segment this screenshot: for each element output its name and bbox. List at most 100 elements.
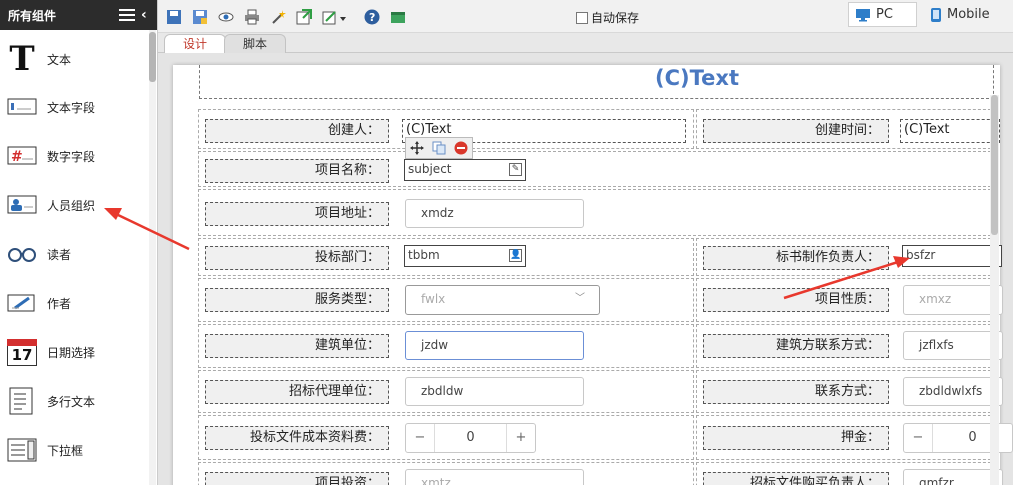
sidebar-item-person-org[interactable]: 人员组织 (0, 181, 148, 229)
sidebar-item-label: 数字字段 (47, 149, 96, 164)
preview-eye-icon[interactable] (218, 9, 234, 25)
edit-icon[interactable]: ✎ (509, 163, 522, 176)
move-icon[interactable] (410, 141, 424, 155)
sidebar-item-label: 下拉框 (47, 443, 84, 458)
construction-contact-label: 建筑方联系方式： (703, 334, 889, 358)
export-dropdown-icon[interactable] (322, 9, 348, 25)
sidebar-item-label: 作者 (47, 296, 72, 311)
created-time-value[interactable]: (C)Text (900, 119, 1000, 143)
purchase-owner-label: 招标文件购买负责人： (703, 472, 889, 485)
project-invest-label: 项目投资： (205, 472, 389, 485)
autosave-checkbox[interactable] (576, 11, 588, 24)
pc-view-label: PC (876, 7, 893, 22)
hamburger-menu-icon[interactable] (119, 9, 135, 21)
mobile-view-label: Mobile (947, 7, 990, 22)
service-type-select[interactable]: fwlx ﹀ (405, 285, 600, 315)
project-nature-label: 项目性质： (703, 288, 889, 312)
construction-unit-label: 建筑单位： (205, 334, 389, 358)
sidebar-item-number-field[interactable]: # 数字字段 (0, 132, 148, 180)
sidebar-item-label: 读者 (47, 247, 72, 262)
tab-script[interactable]: 脚本 (224, 34, 287, 53)
sidebar-item-author[interactable]: 作者 (0, 279, 148, 327)
canvas-scrollbar[interactable] (990, 95, 999, 485)
decrement-button[interactable]: − (904, 424, 932, 452)
sidebar-title: 所有组件 (8, 8, 57, 23)
bid-dept-label: 投标部门： (205, 246, 389, 270)
sidebar-item-date-picker[interactable]: 17 日期选择 (0, 328, 148, 376)
component-sidebar: 所有组件 ‹ T 文本 文本字段 # 数字字段 人员组织 读者 作者 17 日期… (0, 0, 158, 485)
sidebar-item-reader[interactable]: 读者 (0, 230, 148, 278)
sidebar-item-text[interactable]: T 文本 (0, 35, 148, 83)
bid-dept-field[interactable]: tbbm 👤 (404, 245, 526, 267)
project-nature-field[interactable]: xmxz (903, 285, 1003, 315)
sidebar-item-multiline-text[interactable]: 多行文本 (0, 377, 148, 425)
magic-wand-icon[interactable] (270, 9, 286, 25)
form-title: (C)Text (655, 66, 739, 90)
collapse-left-icon[interactable]: ‹ (141, 7, 151, 23)
dropdown-icon (6, 434, 38, 466)
sidebar-item-label: 人员组织 (47, 198, 96, 213)
purchase-owner-field[interactable]: gmfzr (903, 469, 1003, 485)
creator-label: 创建人： (205, 119, 389, 143)
created-time-label: 创建时间： (703, 119, 889, 143)
project-name-field[interactable]: subject ✎ (404, 159, 526, 181)
print-icon[interactable] (244, 9, 260, 25)
project-name-value: subject (408, 162, 452, 176)
doc-cost-stepper[interactable]: − 0 + (405, 423, 536, 453)
project-address-field[interactable]: xmdz (405, 199, 584, 228)
autosave-toggle[interactable]: 自动保存 (576, 9, 639, 26)
sidebar-scrollbar[interactable] (149, 30, 156, 485)
mobile-phone-icon (931, 7, 941, 22)
person-picker-icon[interactable]: 👤 (509, 249, 522, 262)
text-T-icon: T (9, 39, 35, 79)
save-as-icon[interactable] (192, 9, 208, 25)
doc-cost-value[interactable]: 0 (434, 424, 507, 452)
reader-glasses-icon (6, 238, 38, 270)
construction-unit-field[interactable]: jzdw (405, 331, 584, 360)
number-field-icon: # (6, 140, 38, 172)
sidebar-item-label: 文本字段 (47, 100, 96, 115)
toolbar: ? 自动保存 PC Mobile (158, 0, 1013, 33)
sidebar-item-label: 日期选择 (47, 345, 96, 360)
element-float-toolbar (405, 137, 473, 159)
app-root: 所有组件 ‹ T 文本 文本字段 # 数字字段 人员组织 读者 作者 17 日期… (0, 0, 1013, 485)
sidebar-item-text-field[interactable]: 文本字段 (0, 83, 148, 131)
sidebar-scroll-thumb[interactable] (149, 32, 156, 82)
form-title-box[interactable]: (C)Text (199, 65, 994, 99)
canvas-scroll-thumb[interactable] (991, 95, 998, 235)
calendar-day-badge: 17 (7, 345, 37, 366)
sidebar-item-label: 多行文本 (47, 394, 96, 409)
pc-view-button[interactable]: PC (848, 2, 917, 27)
copy-icon[interactable] (432, 141, 446, 155)
delete-icon[interactable] (454, 141, 468, 155)
save-icon[interactable] (166, 9, 182, 25)
editor-tabs: 设计 脚本 (158, 33, 1013, 53)
agency-field[interactable]: zbdldw (405, 377, 584, 406)
decrement-button[interactable]: − (406, 424, 434, 452)
autosave-label: 自动保存 (591, 11, 640, 25)
deposit-value[interactable]: 0 (932, 424, 1012, 452)
person-org-icon (6, 189, 38, 221)
chevron-down-icon: ﹀ (575, 293, 585, 304)
tab-design[interactable]: 设计 (164, 34, 227, 53)
multiline-text-icon (6, 385, 38, 417)
service-type-value: fwlx (421, 292, 446, 306)
mobile-view-button[interactable]: Mobile (926, 2, 1006, 27)
project-address-label: 项目地址： (205, 202, 389, 226)
service-type-label: 服务类型： (205, 288, 389, 312)
construction-contact-field[interactable]: jzflxfs (903, 331, 1003, 360)
contact-label: 联系方式： (703, 380, 889, 404)
project-invest-field[interactable]: xmtz (405, 469, 584, 485)
svg-text:?: ? (369, 11, 375, 24)
bid-dept-value: tbbm (408, 248, 440, 262)
window-icon[interactable] (390, 9, 406, 25)
sidebar-item-dropdown[interactable]: 下拉框 (0, 426, 148, 474)
text-field-icon (6, 91, 38, 123)
import-icon[interactable] (296, 9, 312, 25)
doc-cost-label: 投标文件成本资料费： (205, 426, 389, 450)
svg-text:#: # (11, 149, 23, 165)
contact-field[interactable]: zbdldwlxfs (903, 377, 1003, 406)
bid-owner-field[interactable]: bsfzr (902, 245, 1002, 267)
increment-button[interactable]: + (507, 424, 535, 452)
help-icon[interactable]: ? (364, 9, 380, 25)
